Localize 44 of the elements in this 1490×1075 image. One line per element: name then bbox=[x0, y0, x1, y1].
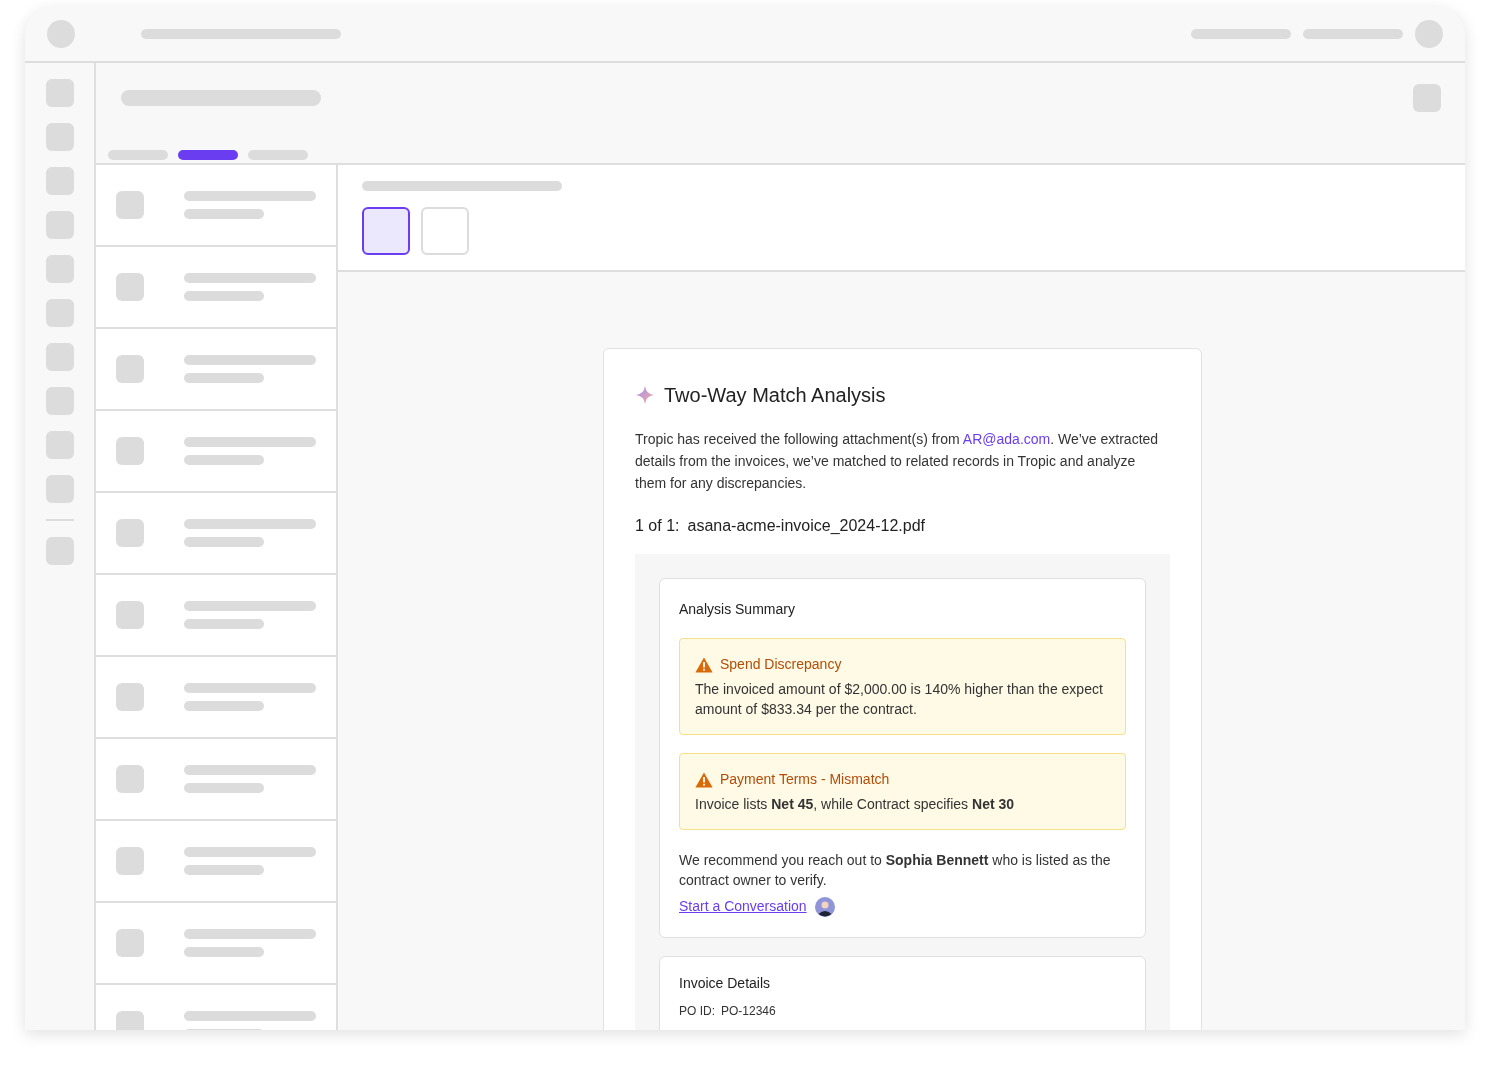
thumbnail-placeholder bbox=[116, 437, 144, 465]
avatar-placeholder bbox=[47, 20, 75, 48]
nav-icon[interactable] bbox=[45, 475, 74, 503]
thumbnail-placeholder bbox=[116, 765, 144, 793]
avatar-icon bbox=[814, 896, 835, 917]
thumbnail-placeholder bbox=[116, 273, 144, 301]
nav-icon[interactable] bbox=[45, 299, 74, 327]
nav-icon[interactable] bbox=[45, 167, 74, 195]
nav-icon[interactable] bbox=[45, 211, 74, 239]
summary-title: Analysis Summary bbox=[679, 600, 796, 619]
avatar-placeholder bbox=[1415, 20, 1443, 48]
nav-icon[interactable] bbox=[45, 537, 74, 565]
alert-title: Payment Terms - Mismatch bbox=[720, 770, 890, 789]
view-toggle[interactable] bbox=[362, 207, 410, 255]
invoice-details-title: Invoice Details bbox=[679, 974, 772, 993]
nav-icon[interactable] bbox=[45, 79, 74, 107]
warning-icon bbox=[695, 771, 713, 788]
thumbnail-placeholder bbox=[116, 929, 144, 957]
field-value: PO-12346 bbox=[721, 1003, 776, 1020]
tab[interactable] bbox=[178, 150, 238, 160]
file-name: asana-acme-invoice_2024-12.pdf bbox=[687, 516, 925, 536]
thumbnail-placeholder bbox=[116, 847, 144, 875]
nav-icon[interactable] bbox=[45, 123, 74, 151]
alert-text: The invoiced amount of $2,000.00 is 140% higher than the expect amount of $833.34 per the contract. bbox=[695, 680, 1104, 719]
thumbnail-placeholder bbox=[116, 191, 144, 219]
sparkle-icon bbox=[635, 385, 655, 405]
nav-icon[interactable] bbox=[45, 431, 74, 459]
thumbnail-placeholder bbox=[116, 355, 144, 383]
intro-text: Tropic has received the following attachment(s) from AR@ada.com. We’ve extracted details from the invoices, we’ve matched to related records in Tropic and analyze them for any discrepancies. bbox=[635, 430, 1160, 493]
recommendation-text: We recommend you reach out to Sophia Bennett who is listed as the contract owner to verify. bbox=[679, 851, 1112, 890]
nav-icon[interactable] bbox=[45, 255, 74, 283]
start-conversation-link[interactable]: Start a Conversation bbox=[679, 896, 807, 917]
action-icon[interactable] bbox=[1413, 84, 1441, 112]
thumbnail-placeholder bbox=[116, 519, 144, 547]
warning-icon bbox=[695, 656, 713, 673]
alert-title: Spend Discrepancy bbox=[720, 655, 842, 674]
field-label: PO ID: bbox=[679, 1003, 715, 1020]
card-title: Two-Way Match Analysis bbox=[664, 383, 886, 408]
file-index: 1 of 1: bbox=[635, 516, 680, 536]
thumbnail-placeholder bbox=[116, 601, 144, 629]
alert-text: Invoice lists Net 45, while Contract specifies Net 30 bbox=[695, 795, 1016, 814]
nav-icon[interactable] bbox=[45, 343, 74, 371]
nav-icon[interactable] bbox=[45, 387, 74, 415]
thumbnail-placeholder bbox=[116, 683, 144, 711]
